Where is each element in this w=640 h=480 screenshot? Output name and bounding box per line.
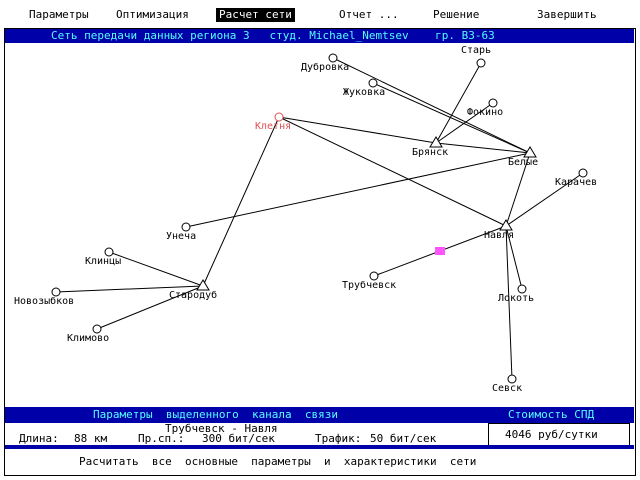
bandwidth-label: Пр.сп.: (138, 432, 185, 445)
city-label-жуковка[interactable]: Жуковка (343, 87, 385, 99)
selected-link-marker[interactable] (435, 247, 445, 255)
panel-header-bar: Параметры выделенного канала связи Стоим… (5, 407, 634, 423)
city-label-дубровка[interactable]: Дубровка (301, 62, 349, 74)
concentrator-icon-белые[interactable] (523, 146, 537, 158)
link-брянск-белые[interactable] (435, 142, 531, 154)
concentrator-icon-навля[interactable] (499, 219, 513, 231)
terminal-icon-карачев[interactable] (578, 168, 588, 178)
city-label-локоть[interactable]: Локоть (498, 293, 534, 305)
status-bar: Расчитать все основные параметры и харак… (5, 449, 634, 474)
network-map-canvas (51, 53, 588, 384)
terminal-icon-климово[interactable] (92, 324, 102, 334)
terminal-icon-новозыбков[interactable] (51, 287, 61, 297)
city-label-новозыбков[interactable]: Новозыбков (14, 296, 74, 308)
city-label-навля[interactable]: Навля (484, 230, 514, 242)
terminal-icon-клетня[interactable] (274, 112, 284, 122)
terminal-icon-трубчевск[interactable] (369, 271, 379, 281)
length-value: 88 км (74, 432, 108, 445)
city-label-брянск[interactable]: Брянск (412, 147, 448, 159)
terminal-icon-дубровка[interactable] (328, 53, 338, 63)
link-клетня-стародуб[interactable] (202, 116, 280, 287)
city-label-трубчевск[interactable]: Трубчевск (342, 280, 396, 292)
city-label-старь[interactable]: Старь (461, 45, 491, 57)
city-label-унеча[interactable]: Унеча (166, 231, 196, 243)
city-label-фокино[interactable]: Фокино (467, 107, 503, 119)
status-hint: Расчитать все основные параметры и харак… (79, 455, 477, 468)
menu-bar: Параметры Оптимизация Расчет сети Отчет … (0, 0, 640, 28)
network-title: Сеть передачи данных региона 3 студ. Mic… (5, 29, 634, 43)
terminal-icon-унеча[interactable] (181, 222, 191, 232)
terminal-icon-фокино[interactable] (488, 98, 498, 108)
terminal-icon-клинцы[interactable] (104, 247, 114, 257)
cost-panel: 4046 руб/сутки (488, 423, 630, 447)
city-label-клинцы[interactable]: Клинцы (85, 256, 121, 268)
terminal-icon-локоть[interactable] (517, 284, 527, 294)
city-label-стародуб[interactable]: Стародуб (169, 290, 217, 302)
menu-item-solution[interactable]: Решение (433, 8, 479, 22)
link-старь-брянск[interactable] (435, 62, 482, 144)
network-map[interactable]: Дубровка Жуковка Старь Фокино Клетня Брянск Бе… (5, 43, 634, 406)
cost-heading: Стоимость СПД (508, 408, 595, 421)
link-клетня-навля[interactable] (278, 116, 507, 227)
terminal-icon-севск[interactable] (507, 374, 517, 384)
link-клинцы-стародуб[interactable] (108, 251, 204, 287)
link-params-panel: Трубчевск - Навля Длина: 88 км Пр.сп.: 3… (8, 423, 478, 445)
city-label-белые[interactable]: Белые (508, 157, 538, 169)
menu-item-parameters[interactable]: Параметры (29, 8, 89, 22)
link-дубровка-белые[interactable] (332, 57, 531, 154)
bandwidth-value: 300 бит/сек (202, 432, 275, 445)
terminal-icon-старь[interactable] (476, 58, 486, 68)
city-label-клетня[interactable]: Клетня (255, 121, 291, 133)
length-label: Длина: (19, 432, 59, 445)
city-label-карачев[interactable]: Карачев (555, 177, 597, 189)
link-клетня-брянск[interactable] (278, 116, 437, 144)
network-title-text: Сеть передачи данных региона 3 студ. Mic… (51, 29, 495, 42)
menu-item-network-calc[interactable]: Расчет сети (216, 8, 295, 22)
menu-item-report[interactable]: Отчет ... (339, 8, 399, 22)
link-жуковка-белые[interactable] (372, 82, 531, 154)
traffic-value: 50 бит/сек (370, 432, 437, 445)
terminal-icon-жуковка[interactable] (368, 78, 378, 88)
menu-item-exit[interactable]: Завершить (537, 8, 597, 22)
link-унеча-белые[interactable] (185, 152, 531, 228)
cost-value: 4046 руб/сутки (505, 428, 598, 441)
city-label-севск[interactable]: Севск (492, 383, 522, 395)
traffic-label: Трафик: (315, 432, 362, 445)
menu-item-optimization[interactable]: Оптимизация (116, 8, 189, 22)
city-label-климово[interactable]: Климово (67, 333, 109, 345)
link-params-heading: Параметры выделенного канала связи (93, 408, 339, 421)
